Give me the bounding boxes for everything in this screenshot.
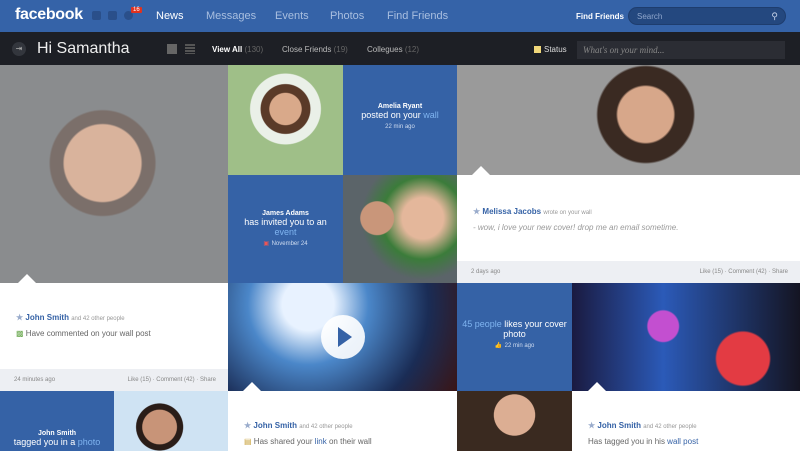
filter-collegues[interactable]: Collegues (12) — [367, 45, 419, 54]
author-sub: and 42 other people — [71, 316, 125, 322]
nav-news[interactable]: News — [156, 10, 184, 22]
activity-james[interactable]: James Adams has invited you to an event … — [228, 175, 343, 283]
search-icon[interactable]: ⚲ — [771, 11, 778, 22]
timestamp: 2 days ago — [471, 269, 501, 275]
author-sub: wrote on your wall — [543, 210, 592, 216]
author-label: John Smith — [597, 421, 641, 430]
filter-count: (19) — [333, 45, 348, 54]
filter-label: Close Friends — [282, 45, 332, 54]
post-actions[interactable]: Like (15) · Comment (42) · Share — [128, 377, 216, 383]
activity-text: likes your cover photo — [503, 319, 567, 339]
filter-view-all[interactable]: View All (130) — [212, 45, 263, 54]
search-input[interactable]: Search ⚲ — [628, 7, 786, 25]
grid-view-icon[interactable] — [167, 44, 177, 54]
timestamp: 22 min ago — [504, 343, 535, 349]
play-icon[interactable] — [321, 315, 365, 359]
pointer-notch — [472, 166, 490, 175]
wall-post-link[interactable]: wall post — [667, 437, 698, 446]
post-message: - wow, i love your new cover! drop me an… — [473, 223, 679, 232]
photo-smiling-woman[interactable] — [457, 391, 572, 451]
pointer-notch — [18, 274, 36, 283]
status-label: Status — [544, 45, 567, 54]
author-name[interactable]: John Smith and 42 other people — [588, 421, 697, 430]
author-name[interactable]: Melissa Jacobs wrote on your wall — [473, 207, 592, 216]
thumbs-up-icon: 👍 — [494, 343, 503, 349]
message-text: Have commented on your wall post — [25, 329, 151, 338]
people-link[interactable]: 45 people — [462, 319, 502, 329]
message-text: on their wall — [328, 437, 372, 446]
photo-cocktails[interactable] — [572, 283, 800, 391]
activity-john-tagged-photo[interactable]: John Smith tagged you in a photo — [0, 391, 114, 451]
post-message: ▩ Have commented on your wall post — [16, 329, 151, 338]
nav-find-friends[interactable]: Find Friends — [387, 10, 448, 22]
filter-label: View All — [212, 45, 243, 54]
status-button[interactable]: Status — [534, 45, 567, 54]
post-footer: 24 minutes ago Like (15) · Comment (42) ·… — [0, 369, 228, 391]
event-date: November 24 — [271, 241, 308, 247]
note-icon — [534, 46, 541, 53]
activity-text: posted on your — [361, 110, 421, 120]
nav-events[interactable]: Events — [275, 10, 309, 22]
link-link[interactable]: link — [315, 437, 327, 446]
author-name[interactable]: Amelia Ryant — [378, 103, 422, 110]
messages-icon[interactable] — [108, 11, 117, 20]
wall-link[interactable]: wall — [423, 110, 439, 120]
author-name[interactable]: John Smith and 42 other people — [244, 421, 353, 430]
nav-photos[interactable]: Photos — [330, 10, 364, 22]
post-melissa: Melissa Jacobs wrote on your wall - wow,… — [457, 175, 800, 283]
calendar-icon: ▣ — [263, 241, 270, 247]
author-label: John Smith — [253, 421, 297, 430]
filter-close-friends[interactable]: Close Friends (19) — [282, 45, 348, 54]
search-placeholder: Search — [637, 12, 663, 21]
filter-count: (130) — [244, 45, 264, 54]
cover-photo[interactable] — [457, 65, 800, 175]
photo-woman-sunglasses[interactable] — [0, 65, 228, 283]
status-input[interactable]: What's on your mind... — [577, 41, 785, 59]
notification-badge: 16 — [131, 7, 142, 13]
top-bar: facebook 16 News Messages Events Photos … — [0, 0, 800, 32]
post-footer: 2 days ago Like (15) · Comment (42) · Sha… — [457, 261, 800, 283]
logout-icon[interactable]: ⇥ — [12, 42, 26, 56]
author-sub: and 42 other people — [299, 424, 353, 430]
activity-text: tagged you in a — [13, 437, 76, 447]
author-sub: and 42 other people — [643, 424, 697, 430]
photo-couple[interactable] — [114, 391, 228, 451]
post-john-comment: John Smith and 42 other people ▩ Have co… — [0, 283, 228, 391]
photo-woman-white-dress[interactable] — [228, 65, 343, 175]
activity-likes[interactable]: 45 people likes your cover photo 👍 22 mi… — [457, 283, 572, 391]
filter-label: Collegues — [367, 45, 403, 54]
comment-icon: ▩ — [16, 329, 24, 338]
list-view-icon[interactable] — [185, 44, 195, 54]
photo-link[interactable]: photo — [78, 437, 101, 447]
post-message: Has tagged you in his wall post — [588, 437, 698, 446]
activity-amelia[interactable]: Amelia Ryant posted on your wall 22 min … — [343, 65, 457, 175]
post-actions[interactable]: Like (15) · Comment (42) · Share — [700, 269, 788, 275]
author-name[interactable]: James Adams — [262, 210, 309, 217]
author-label: John Smith — [25, 313, 69, 322]
photo-two-friends[interactable] — [343, 175, 457, 283]
activity-text: has invited you to an — [244, 217, 327, 227]
facebook-logo[interactable]: facebook — [15, 6, 83, 24]
find-friends-link[interactable]: Find Friends — [576, 12, 624, 21]
post-message: ▤ Has shared your link on their wall — [244, 437, 372, 446]
author-name[interactable]: John Smith and 42 other people — [16, 313, 125, 322]
event-link[interactable]: event — [274, 227, 296, 237]
message-text: Has shared your — [253, 437, 313, 446]
timestamp: 22 min ago — [385, 124, 415, 130]
author-label: Melissa Jacobs — [482, 207, 542, 216]
nav-messages[interactable]: Messages — [206, 10, 256, 22]
message-text: Has tagged you in his — [588, 437, 665, 446]
author-name[interactable]: John Smith — [38, 430, 76, 437]
post-john-shared: John Smith and 42 other people ▤ Has sha… — [228, 391, 457, 451]
friend-requests-icon[interactable] — [92, 11, 101, 20]
pointer-notch — [588, 382, 606, 391]
pointer-notch — [243, 382, 261, 391]
post-john-tagged: John Smith and 42 other people Has tagge… — [572, 391, 800, 451]
greeting: Hi Samantha — [37, 40, 130, 57]
filter-count: (12) — [404, 45, 420, 54]
timestamp: 24 minutes ago — [14, 377, 56, 383]
share-icon: ▤ — [244, 437, 252, 446]
